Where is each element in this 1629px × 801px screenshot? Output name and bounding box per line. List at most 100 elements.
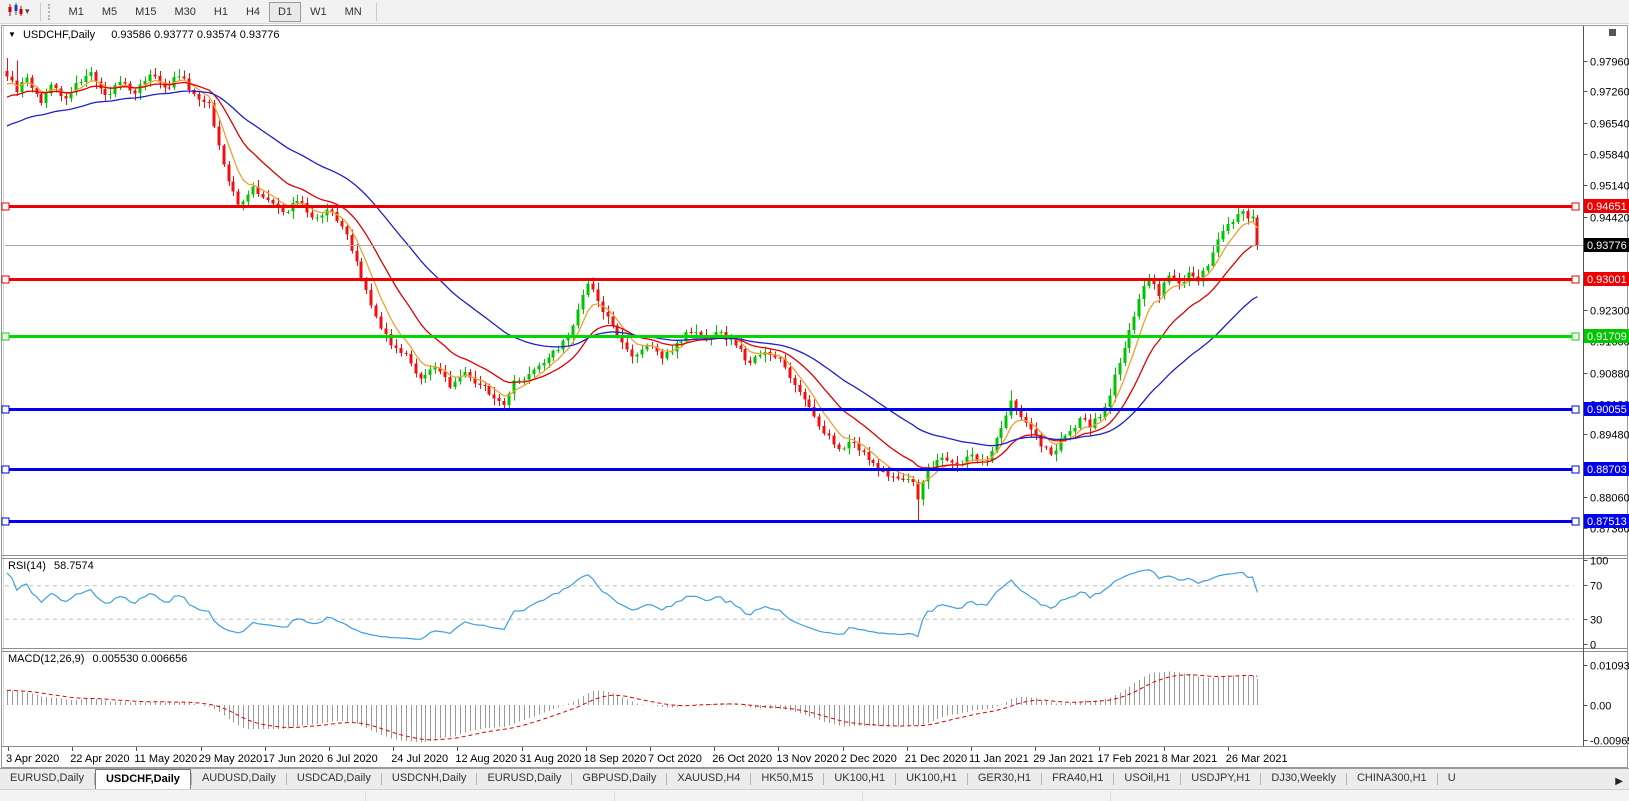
hline-right-handle[interactable] [1572, 203, 1579, 210]
price-tick-label: 0.92300 [1590, 306, 1629, 318]
tab-usdcad-daily[interactable]: USDCAD,Daily [287, 769, 381, 789]
time-tick-label: 11 Jan 2021 [969, 753, 1029, 765]
timeframe-button-m30[interactable]: M30 [166, 2, 205, 22]
price-tick-label: 0.97260 [1590, 87, 1629, 99]
tab-usdcnh-daily[interactable]: USDCNH,Daily [382, 769, 477, 789]
timeframe-button-d1[interactable]: D1 [269, 2, 301, 22]
rsi-axis-label: 30 [1590, 615, 1602, 627]
collapse-triangle-icon[interactable]: ▼ [8, 30, 16, 39]
hline-left-handle[interactable] [2, 203, 9, 210]
price-badge-label: 0.88703 [1587, 464, 1627, 476]
tab-dj30-weekly[interactable]: DJ30,Weekly [1261, 769, 1346, 789]
macd-name: MACD(12,26,9) [8, 653, 84, 665]
tab-usdjpy-h1[interactable]: USDJPY,H1 [1181, 769, 1260, 789]
time-tick-label: 11 May 2020 [134, 753, 197, 765]
price-badge-label: 0.90055 [1587, 404, 1627, 416]
tab-usoil-h1[interactable]: USOil,H1 [1114, 769, 1180, 789]
ohlc-quote-values: 0.93586 0.93777 0.93574 0.93776 [111, 29, 279, 41]
toolbar-separator [40, 3, 41, 21]
price-badge-label: 0.94651 [1587, 201, 1627, 213]
price-tick-label: 0.97960 [1590, 57, 1629, 69]
price-badge-label: 0.93776 [1587, 240, 1627, 252]
timeframe-button-m5[interactable]: M5 [93, 2, 126, 22]
time-tick-label: 8 Mar 2021 [1162, 753, 1218, 765]
tab-usdchf-daily[interactable]: USDCHF,Daily [95, 769, 191, 789]
rsi-name: RSI(14) [8, 560, 46, 572]
tab-ger30-h1[interactable]: GER30,H1 [968, 769, 1041, 789]
tab-uk100-h1[interactable]: UK100,H1 [896, 769, 967, 789]
time-tick-label: 12 Aug 2020 [455, 753, 517, 765]
timeframe-button-w1[interactable]: W1 [301, 2, 336, 22]
rsi-axis-label: 0 [1590, 640, 1596, 652]
time-tick-label: 7 Oct 2020 [648, 753, 702, 765]
price-badge-label: 0.87513 [1587, 516, 1627, 528]
timeframe-button-h1[interactable]: H1 [205, 2, 237, 22]
price-tick-label: 0.95140 [1590, 181, 1629, 193]
price-tick-label: 0.89480 [1590, 430, 1629, 442]
chart-title: ▼ USDCHF,Daily 0.93586 0.93777 0.93574 0… [8, 29, 279, 41]
rsi-value: 58.7574 [54, 560, 94, 572]
hline-left-handle[interactable] [2, 466, 9, 473]
candlestick-chart-icon [7, 3, 23, 20]
price-tick-label: 0.90880 [1590, 369, 1629, 381]
tab-gbpusd-daily[interactable]: GBPUSD,Daily [572, 769, 666, 789]
hline-left-handle[interactable] [2, 518, 9, 525]
timeframe-button-group: M1M5M15M30H1H4D1W1MN [60, 2, 371, 22]
tab-scroll-right-button[interactable]: ▶ [1609, 774, 1629, 789]
hline-left-handle[interactable] [2, 276, 9, 283]
price-axis[interactable] [1584, 26, 1628, 746]
rsi-indicator-label: RSI(14) 58.7574 [8, 560, 94, 572]
time-tick-label: 26 Oct 2020 [712, 753, 772, 765]
tab-audusd-daily[interactable]: AUDUSD,Daily [192, 769, 286, 789]
price-tick-label: 0.88060 [1590, 493, 1629, 505]
macd-axis-label: 0.00 [1590, 701, 1611, 713]
tab-hk50-m15[interactable]: HK50,M15 [751, 769, 823, 789]
hline-left-handle[interactable] [2, 333, 9, 340]
tab-uk100-h1[interactable]: UK100,H1 [824, 769, 895, 789]
price-tick-label: 0.94420 [1590, 213, 1629, 225]
dropdown-caret-icon[interactable]: ▾ [25, 6, 30, 17]
tab-fra40-h1[interactable]: FRA40,H1 [1042, 769, 1113, 789]
hline-right-handle[interactable] [1572, 518, 1579, 525]
timeframe-button-m15[interactable]: M15 [126, 2, 165, 22]
time-tick-label: 24 Jul 2020 [391, 753, 448, 765]
price-badge-label: 0.91709 [1587, 331, 1627, 343]
timeframe-button-mn[interactable]: MN [336, 2, 371, 22]
top-toolbar: ▾ M1M5M15M30H1H4D1W1MN [0, 0, 1629, 24]
tab-xauusd-h4[interactable]: XAUUSD,H4 [667, 769, 750, 789]
chart-type-button[interactable]: ▾ [2, 1, 35, 22]
timeframe-button-m1[interactable]: M1 [60, 2, 93, 22]
macd-axis-label: -0.009653 [1590, 736, 1629, 748]
price-badge-label: 0.93001 [1587, 274, 1627, 286]
price-tick-label: 0.96540 [1590, 119, 1629, 131]
time-tick-label: 21 Dec 2020 [905, 753, 967, 765]
symbol-period-label: USDCHF,Daily [23, 29, 95, 41]
time-tick-label: 18 Sep 2020 [584, 753, 646, 765]
rsi-axis-label: 70 [1590, 581, 1602, 593]
time-tick-label: 17 Jun 2020 [263, 753, 324, 765]
tab-u[interactable]: U [1438, 769, 1466, 789]
time-tick-label: 17 Feb 2021 [1097, 753, 1159, 765]
macd-axis-label: 0.010933 [1590, 661, 1629, 673]
hline-right-handle[interactable] [1572, 466, 1579, 473]
chart-tab-bar: EURUSD,DailyUSDCHF,DailyAUDUSD,DailyUSDC… [0, 768, 1629, 789]
hline-right-handle[interactable] [1572, 406, 1579, 413]
price-chart-svg[interactable]: 0.979600.972600.965400.958400.951400.944… [0, 0, 1629, 800]
time-tick-label: 13 Nov 2020 [776, 753, 838, 765]
time-tick-label: 29 May 2020 [199, 753, 263, 765]
tab-china300-h1[interactable]: CHINA300,H1 [1347, 769, 1437, 789]
toolbar-grip-handle[interactable] [48, 4, 54, 20]
timeframe-button-h4[interactable]: H4 [237, 2, 269, 22]
tab-eurusd-daily[interactable]: EURUSD,Daily [477, 769, 571, 789]
time-tick-label: 3 Apr 2020 [6, 753, 59, 765]
macd-indicator-label: MACD(12,26,9) 0.005530 0.006656 [8, 653, 187, 665]
time-tick-label: 6 Jul 2020 [327, 753, 378, 765]
tab-eurusd-daily[interactable]: EURUSD,Daily [0, 769, 94, 789]
time-tick-label: 22 Apr 2020 [70, 753, 129, 765]
hline-right-handle[interactable] [1572, 276, 1579, 283]
hline-left-handle[interactable] [2, 406, 9, 413]
macd-values: 0.005530 0.006656 [92, 653, 187, 665]
time-tick-label: 31 Aug 2020 [520, 753, 582, 765]
rsi-axis-label: 100 [1590, 556, 1608, 568]
hline-right-handle[interactable] [1572, 333, 1579, 340]
